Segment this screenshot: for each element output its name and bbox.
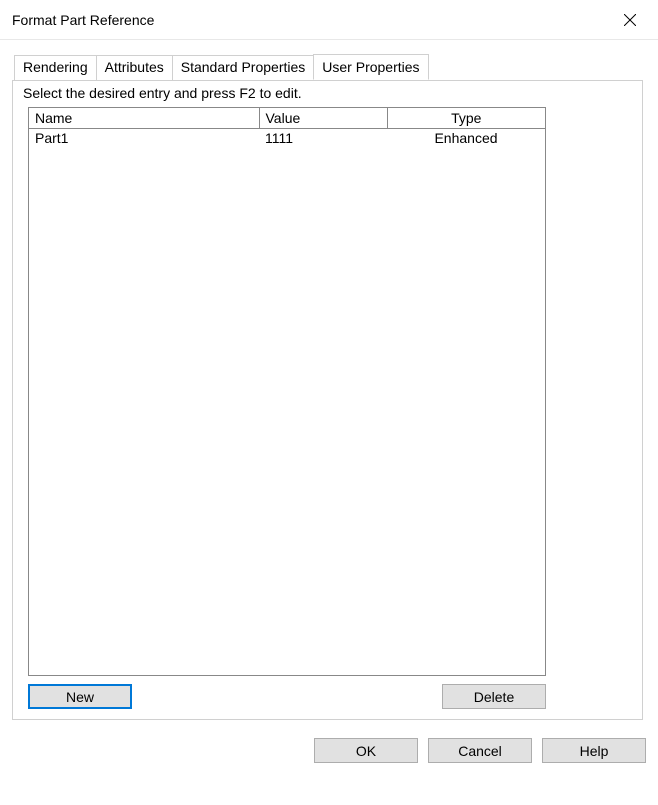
table-header-row: Name Value Type xyxy=(29,108,545,128)
properties-table[interactable]: Name Value Type Part1 1111 Enhanced xyxy=(29,108,545,148)
tab-user-properties[interactable]: User Properties xyxy=(313,54,428,80)
tab-panel-user-properties: Select the desired entry and press F2 to… xyxy=(12,80,643,720)
properties-table-container: Name Value Type Part1 1111 Enhanced xyxy=(28,107,546,676)
cell-type[interactable]: Enhanced xyxy=(387,128,545,148)
header-value[interactable]: Value xyxy=(259,108,387,128)
close-icon xyxy=(624,14,636,26)
tab-rendering[interactable]: Rendering xyxy=(14,55,97,81)
dialog-button-row: OK Cancel Help xyxy=(0,730,658,763)
instruction-text: Select the desired entry and press F2 to… xyxy=(23,85,632,101)
cell-value[interactable]: 1111 xyxy=(259,128,387,148)
ok-button[interactable]: OK xyxy=(314,738,418,763)
tab-attributes[interactable]: Attributes xyxy=(96,55,173,81)
tab-standard-properties[interactable]: Standard Properties xyxy=(172,55,315,81)
cancel-button[interactable]: Cancel xyxy=(428,738,532,763)
tab-strip: Rendering Attributes Standard Properties… xyxy=(12,54,646,80)
cell-name[interactable]: Part1 xyxy=(29,128,259,148)
header-type[interactable]: Type xyxy=(387,108,545,128)
close-button[interactable] xyxy=(610,4,650,36)
header-name[interactable]: Name xyxy=(29,108,259,128)
titlebar: Format Part Reference xyxy=(0,0,658,40)
table-row[interactable]: Part1 1111 Enhanced xyxy=(29,128,545,148)
dialog-content: Rendering Attributes Standard Properties… xyxy=(0,40,658,730)
help-button[interactable]: Help xyxy=(542,738,646,763)
action-button-row: New Delete xyxy=(28,684,546,709)
delete-button[interactable]: Delete xyxy=(442,684,546,709)
new-button[interactable]: New xyxy=(28,684,132,709)
window-title: Format Part Reference xyxy=(12,12,154,28)
